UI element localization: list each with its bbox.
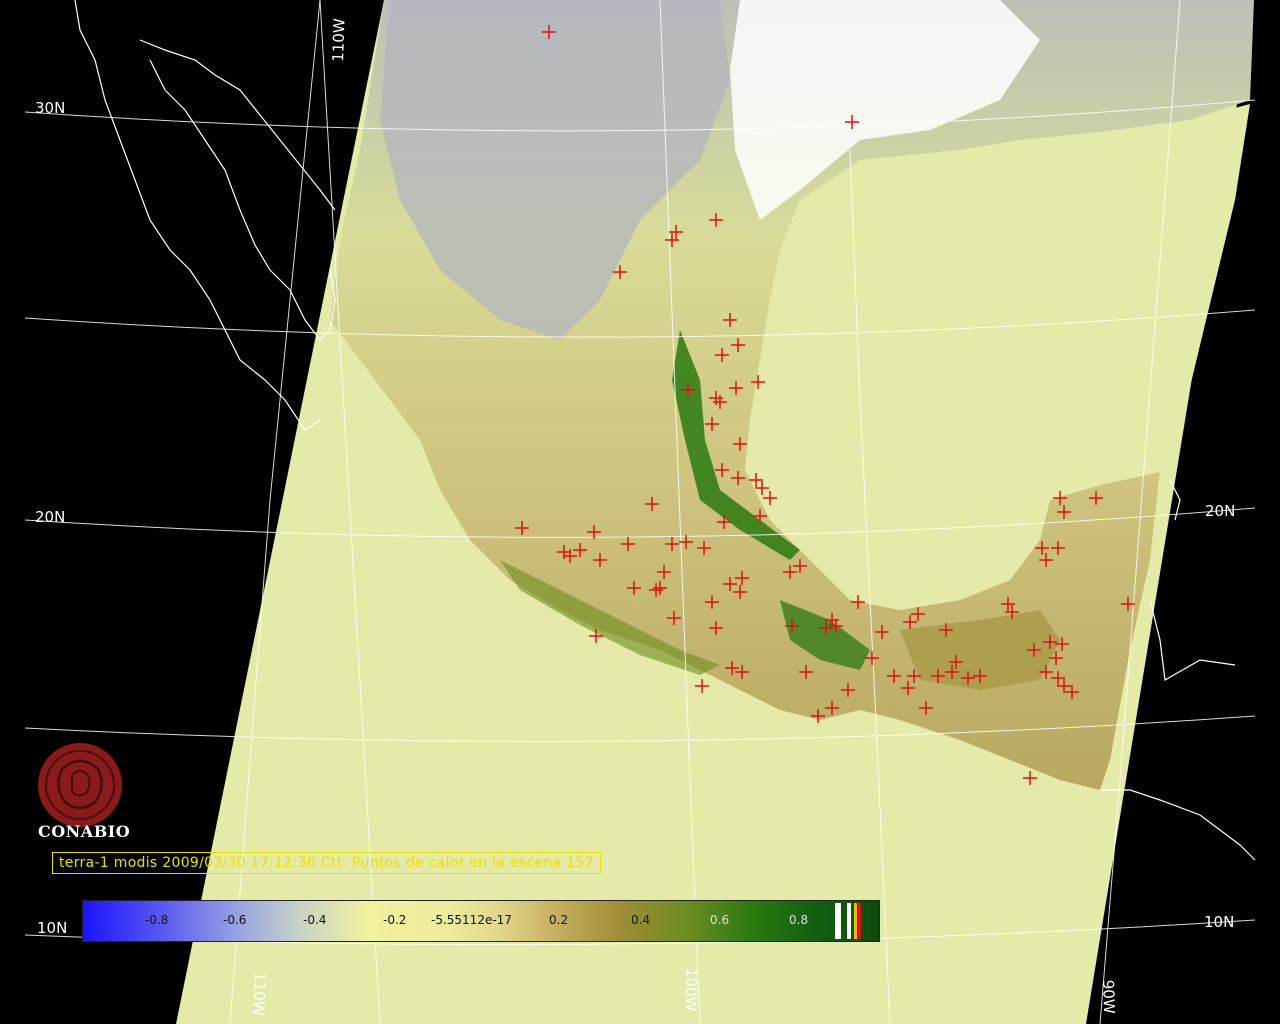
colorbar-tick: 0.4 — [631, 913, 651, 927]
label-20n-left: 20N — [35, 508, 65, 526]
label-10n-right: 10N — [1204, 913, 1234, 931]
colorbar-tick: -0.8 — [145, 913, 169, 927]
colorbar-tick: 0.8 — [789, 913, 809, 927]
colorbar-tick: -0.6 — [223, 913, 247, 927]
label-10n-left: 10N — [37, 919, 67, 937]
label-110w-top: 110W — [329, 18, 349, 62]
label-30n-left: 30N — [35, 99, 65, 117]
colorbar-tick: 0.6 — [710, 913, 730, 927]
conabio-logo-text: CONABIO — [38, 822, 131, 841]
colorbar-tick: -0.4 — [303, 913, 327, 927]
scene-caption: terra-1 modis 2009/03/30 17:12:36 Ctt. P… — [52, 852, 601, 874]
ndvi-colorbar: -0.8 -0.6 -0.4 -0.2 -5.55112e-17 0.2 0.4… — [82, 900, 880, 942]
colorbar-stripe-red — [858, 903, 861, 939]
colorbar-tick: -5.55112e-17 — [431, 913, 512, 927]
label-20n-right: 20N — [1205, 502, 1235, 520]
colorbar-stripe-yellow — [854, 903, 857, 939]
label-90w-bottom: 90W — [1099, 980, 1118, 1015]
colorbar-stripe-white — [835, 903, 841, 939]
colorbar-tick: -0.2 — [383, 913, 407, 927]
label-110w-bottom: 110W — [249, 972, 269, 1016]
colorbar-tick: 0.2 — [549, 913, 569, 927]
map-stage: 30N 20N 20N 10N 10N 110W 110W 100W 90W C… — [0, 0, 1280, 1024]
colorbar-stripe-white — [847, 903, 851, 939]
label-100w-bottom: 100W — [682, 968, 700, 1012]
